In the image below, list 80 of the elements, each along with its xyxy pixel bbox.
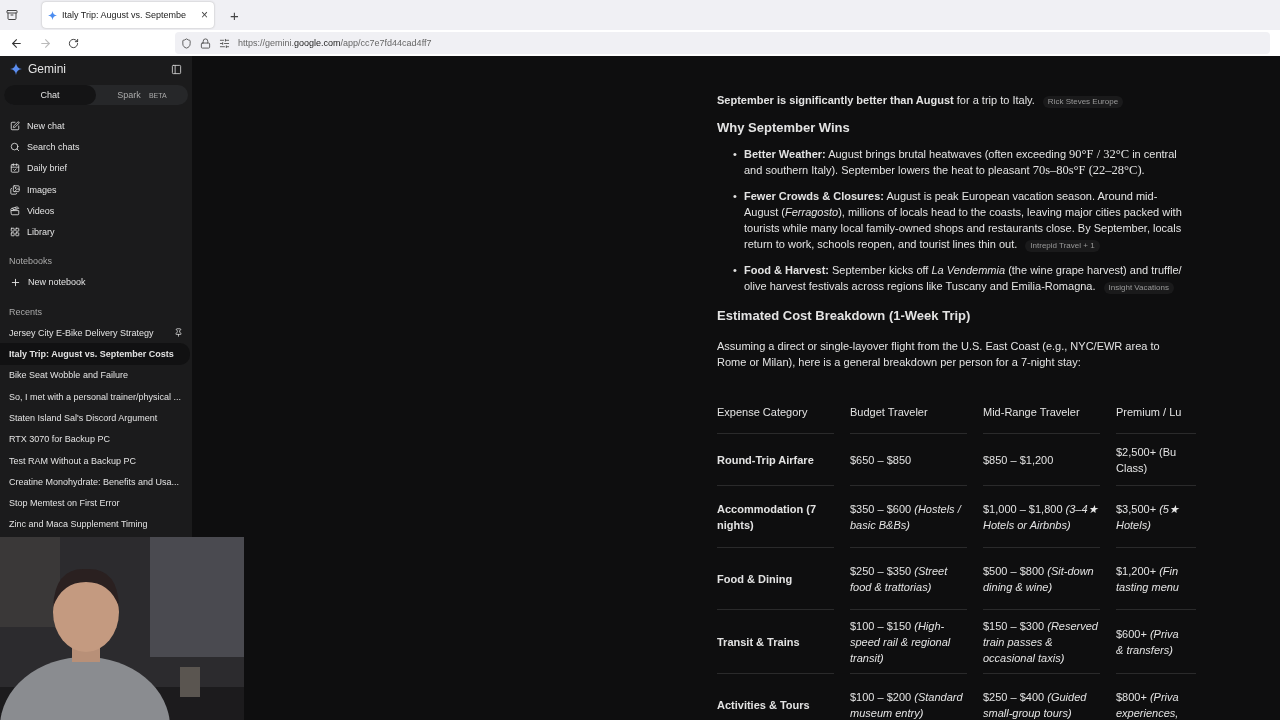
lock-icon[interactable] <box>200 37 211 49</box>
back-icon[interactable] <box>10 36 23 50</box>
section-heading: Notebooks <box>8 255 54 269</box>
nav-item[interactable]: Images <box>0 178 192 201</box>
new-notebook-item[interactable]: New notebook <box>0 271 192 294</box>
section-heading: Why September Wins <box>717 120 851 136</box>
table-cell: $500 – $800 (Sit-down dining & wine) <box>983 548 1100 610</box>
browser-tab[interactable]: Italy Trip: August vs. Septembe × <box>42 2 214 28</box>
nav-icon <box>10 141 20 152</box>
recent-chat-item[interactable]: Creatine Monohydrate: Benefits and Usa... <box>0 471 192 493</box>
source-chip[interactable]: Intrepid Travel + 1 <box>1025 240 1100 252</box>
recent-chat-item[interactable]: Italy Trip: August vs. September Costs <box>0 343 190 365</box>
table-cell: $250 – $350 (Street food & trattorias) <box>850 548 967 610</box>
table-cell: $150 – $300 (Reserved train passes & occasional taxis) <box>983 610 1100 674</box>
table-cell: Accommodation (7 nights) <box>717 486 834 548</box>
recent-chat-item[interactable]: Jersey City E-Bike Delivery Strategy <box>0 322 192 344</box>
table-cell: Round-Trip Airfare <box>717 434 834 486</box>
table-cell: $600+ (Priva & transfers) <box>1116 610 1196 674</box>
bullet-point: Food & Harvest: September kicks off La Vendemmia (the wine grape harvest) and truffle/ olive harvest festivals across regions like Tuscany and Emilia-Romagna. Insight Vacations <box>744 263 1183 294</box>
plus-icon <box>10 276 21 288</box>
nav-icon <box>10 205 20 216</box>
table-cell: $850 – $1,200 <box>983 434 1100 486</box>
column-header: Mid-Range Traveler <box>983 390 1100 434</box>
url-text: https://gemini.google.com/app/cc7e7fd44cad4ff7 <box>238 38 432 48</box>
table-cell: $1,200+ (Fin tasting menu <box>1116 548 1196 610</box>
table-cell: $800+ (Priva experiences, <box>1116 674 1196 720</box>
source-chip[interactable]: Rick Steves Europe <box>1042 96 1124 108</box>
column-header: Expense Category <box>717 390 834 434</box>
table-cell: $100 – $150 (High- speed rail & regional transit) <box>850 610 967 674</box>
nav-icon <box>10 227 20 238</box>
tab-list-icon[interactable] <box>6 9 18 21</box>
table-cell: $100 – $200 (Standard museum entry) <box>850 674 967 720</box>
app-name: Gemini <box>28 62 67 76</box>
bullet-marker: • <box>733 147 738 162</box>
reload-icon[interactable] <box>68 37 79 49</box>
recent-chat-item[interactable]: Test RAM Without a Backup PC <box>0 449 192 472</box>
paragraph: Assuming a direct or single-layover flight from the U.S. East Coast (e.g., NYC/EWR area to Rome or Milan), here is a general breakdown per person for a 7-night stay: <box>717 339 1161 370</box>
new-tab-button[interactable]: + <box>222 6 247 24</box>
nav-item[interactable]: Search chats <box>0 136 192 158</box>
table-cell: $350 – $600 (Hostels / basic B&Bs) <box>850 486 967 548</box>
recent-chat-item[interactable]: RTX 3070 for Backup PC <box>0 428 192 450</box>
recent-chat-item[interactable]: Zinc and Maca Supplement Timing <box>0 513 192 536</box>
section-heading: Recents <box>8 305 44 319</box>
sparkle-icon <box>10 63 22 75</box>
table-cell: $3,500+ (5★ Hotels) <box>1116 486 1196 548</box>
nav-item[interactable]: Daily brief <box>0 157 192 179</box>
table-cell: $250 – $400 (Guided small-group tours) <box>983 674 1100 720</box>
table-cell: Activities & Tours <box>717 674 834 720</box>
intro-sentence: September is significantly better than August for a trip to Italy. Rick Steves Europe <box>717 92 1189 108</box>
nav-icon <box>10 120 20 131</box>
table-cell: $2,500+ (Bu Class) <box>1116 434 1196 486</box>
nav-item[interactable]: Library <box>0 221 192 243</box>
nav-icon <box>10 184 20 195</box>
source-chip[interactable]: Insight Vacations <box>1103 282 1174 294</box>
recent-chat-item[interactable]: Staten Island Sal's Discord Argument <box>0 407 192 429</box>
sidebar-toggle-icon[interactable] <box>171 63 182 75</box>
recent-chat-item[interactable]: Bike Seat Wobble and Failure <box>0 364 192 386</box>
nav-item[interactable]: Videos <box>0 200 192 222</box>
address-bar[interactable]: https://gemini.google.com/app/cc7e7fd44cad4ff7 <box>175 32 1270 54</box>
section-heading: Estimated Cost Breakdown (1-Week Trip) <box>717 308 972 324</box>
close-tab-button[interactable]: × <box>201 8 208 22</box>
tab-title: Italy Trip: August vs. Septembe <box>62 10 188 20</box>
bullet-marker: • <box>733 263 738 278</box>
table-cell: Transit & Trains <box>717 610 834 674</box>
table-cell: Food & Dining <box>717 548 834 610</box>
recent-chat-item[interactable]: So, I met with a personal trainer/physical ... <box>0 385 192 408</box>
bullet-point: Better Weather: August brings brutal heatwaves (often exceeding 90°F / 32°C in central and southern Italy). September lowers the heat to pleasant 70s–80s°F (22–28°C). <box>744 146 1178 178</box>
column-header: Budget Traveler <box>850 390 967 434</box>
bullet-marker: • <box>733 189 738 204</box>
permissions-icon[interactable] <box>219 37 230 49</box>
table-cell: $1,000 – $1,800 (3–4★ Hotels or Airbnbs) <box>983 486 1100 548</box>
sparkle-icon <box>48 10 57 20</box>
recent-chat-item[interactable]: Stop Memtest on First Error <box>0 492 192 514</box>
column-header: Premium / Lu <box>1116 390 1196 434</box>
nav-item[interactable]: New chat <box>0 115 192 137</box>
table-cell: $650 – $850 <box>850 434 967 486</box>
nav-icon <box>10 163 20 174</box>
bullet-point: Fewer Crowds & Closures: August is peak European vacation season. Around mid-August (Ferragosto), millions of locals head to the coasts, leaving major cities packed with tourists while many local family-owned shops and restaurants close. By September, locals return to work, schools reopen, and tourist lines thin out. Intrepid Travel + 1 <box>744 189 1183 252</box>
shield-icon[interactable] <box>181 37 192 49</box>
mode-tab[interactable]: Chat <box>4 85 96 105</box>
